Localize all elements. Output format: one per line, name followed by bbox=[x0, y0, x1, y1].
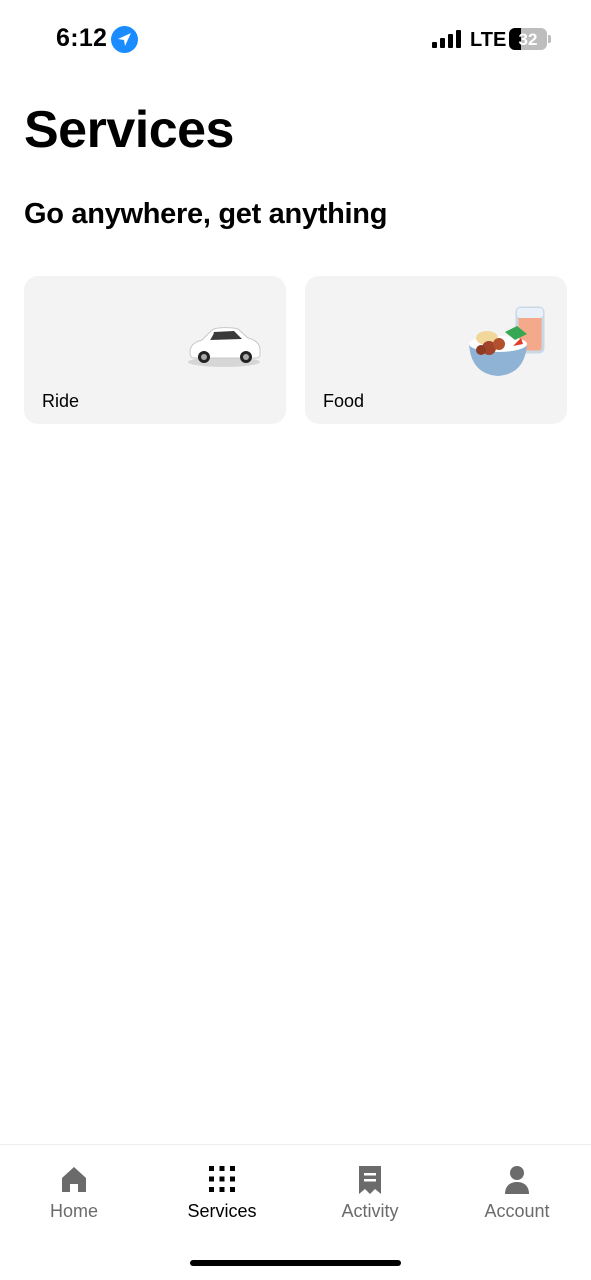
food-bowl-icon bbox=[465, 304, 549, 385]
nav-label-account: Account bbox=[484, 1201, 550, 1221]
service-label-ride: Ride bbox=[42, 391, 80, 411]
network-type: LTE bbox=[470, 29, 507, 51]
home-indicator bbox=[190, 1260, 401, 1266]
battery-level: 32 bbox=[518, 30, 538, 49]
service-label-food: Food bbox=[323, 391, 365, 411]
battery-icon: 32 bbox=[509, 28, 547, 50]
nav-services[interactable]: Services bbox=[148, 1145, 296, 1235]
receipt-icon bbox=[357, 1165, 383, 1200]
service-card-ride[interactable]: Ride bbox=[24, 276, 286, 424]
nav-home[interactable]: Home bbox=[0, 1145, 148, 1235]
page-title: Services bbox=[24, 101, 234, 159]
home-icon bbox=[60, 1165, 88, 1198]
nav-label-home: Home bbox=[49, 1201, 98, 1221]
status-time: 6:12 bbox=[56, 24, 108, 52]
nav-account[interactable]: Account bbox=[443, 1145, 591, 1235]
status-bar: 6:12 LTE 32 bbox=[0, 0, 591, 80]
nav-label-services: Services bbox=[187, 1201, 257, 1221]
nav-activity[interactable]: Activity bbox=[296, 1145, 444, 1235]
person-icon bbox=[504, 1165, 530, 1200]
section-title: Go anywhere, get anything bbox=[24, 198, 388, 230]
nav-label-activity: Activity bbox=[341, 1201, 399, 1221]
battery-cap bbox=[548, 35, 551, 43]
location-icon bbox=[111, 26, 138, 53]
service-card-food[interactable]: Food bbox=[305, 276, 567, 424]
grid-icon bbox=[208, 1165, 236, 1198]
car-icon bbox=[184, 320, 264, 375]
signal-icon bbox=[432, 30, 463, 48]
